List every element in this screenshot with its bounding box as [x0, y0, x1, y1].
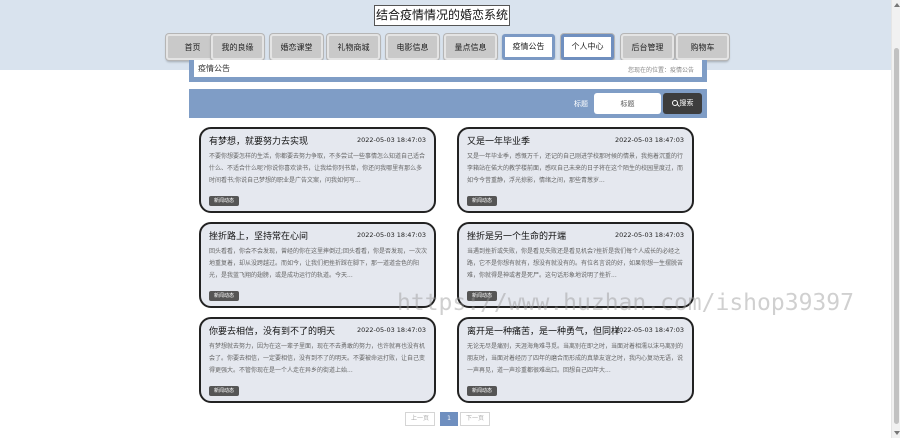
nav-admin[interactable]: 后台管理 — [621, 34, 674, 60]
article-tag[interactable]: 新闻动态 — [467, 196, 498, 206]
article-date: 2022-05-03 18:47:03 — [614, 326, 684, 334]
article-tag[interactable]: 新闻动态 — [209, 386, 240, 396]
search-input[interactable] — [594, 93, 661, 114]
article-title[interactable]: 离开是一种痛苦，是一种勇气，但同样… — [467, 324, 622, 337]
article-excerpt: 回头看看，你会不会发现，曾经的你在这里摔倒过;回头看看，你是否发现，一次次地重复… — [209, 248, 428, 279]
search-button[interactable]: 搜索 — [663, 93, 702, 114]
watermark: https://www.huzhan.com/ishop39397 — [397, 290, 854, 316]
search-button-label: 搜索 — [679, 99, 694, 107]
next-page-button[interactable]: 下一页 — [460, 412, 490, 426]
nav-cart[interactable]: 购物车 — [676, 34, 729, 60]
main-nav: 首页 我的良缘 婚恋课堂 礼物商城 电影信息 量点信息 疫情公告 个人中心 后台… — [0, 34, 891, 62]
page-number[interactable]: 1 — [440, 412, 458, 426]
nav-movie-info[interactable]: 电影信息 — [386, 34, 439, 60]
article-card[interactable]: 离开是一种痛苦，是一种勇气，但同样… 2022-05-03 18:47:03 无… — [457, 317, 694, 403]
article-date: 2022-05-03 18:47:03 — [356, 136, 426, 144]
article-excerpt: 有梦想就去努力，因为在这一辈子里面，现在不去勇敢的努力，也许就再也没有机会了。你… — [209, 343, 426, 374]
article-date: 2022-05-03 18:47:03 — [614, 136, 684, 144]
article-date: 2022-05-03 18:47:03 — [356, 326, 426, 334]
article-excerpt: 又是一年毕业季，感慨万千，还记的自己刚进学校那时候的情景，我拖着沉重的行李箱站在… — [467, 153, 684, 184]
article-date: 2022-05-03 18:47:03 — [614, 231, 684, 239]
search-label: 标题 — [574, 100, 588, 108]
section-title: 疫情公告 — [198, 64, 230, 73]
breadcrumb-path: 您现在的位置：疫情公告 — [627, 67, 694, 74]
prev-page-button[interactable]: 上一页 — [405, 412, 435, 426]
article-title[interactable]: 有梦想，就要努力去实现 — [209, 134, 308, 147]
article-title[interactable]: 又是一年毕业季 — [467, 134, 530, 147]
vertical-scrollbar[interactable] — [891, 0, 900, 438]
article-excerpt: 无论无尽是痛别，天涯海角难寻觅。当离别在即之时，当面对着相濡以沫马离别的朋友时，… — [467, 343, 684, 374]
article-card[interactable]: 又是一年毕业季 2022-05-03 18:47:03 又是一年毕业季，感慨万千… — [457, 127, 694, 213]
article-card[interactable]: 有梦想，就要努力去实现 2022-05-03 18:47:03 不要你想要怎样的… — [199, 127, 436, 213]
nav-dating-class[interactable]: 婚恋课堂 — [270, 34, 323, 60]
article-tag[interactable]: 新闻动态 — [467, 386, 498, 396]
nav-spot-info[interactable]: 量点信息 — [444, 34, 497, 60]
article-title[interactable]: 挫折路上，坚持常在心间 — [209, 229, 308, 242]
breadcrumb: 疫情公告 您现在的位置：疫情公告 — [194, 60, 702, 77]
article-card[interactable]: 你要去相信，没有到不了的明天 2022-05-03 18:47:03 有梦想就去… — [199, 317, 436, 403]
search-bar: 标题 搜索 — [189, 89, 707, 118]
article-excerpt: 不要你想要怎样的生活，你都要去努力争取，不多尝试一些事情怎么知道自己适合什么、不… — [209, 153, 426, 184]
nav-epidemic-notice[interactable]: 疫情公告 — [502, 34, 555, 60]
article-date: 2022-05-03 18:47:03 — [356, 231, 426, 239]
article-title[interactable]: 挫折是另一个生命的开端 — [467, 229, 566, 242]
site-title: 结合疫情情况的婚恋系统 — [374, 5, 510, 26]
article-title[interactable]: 你要去相信，没有到不了的明天 — [209, 324, 335, 337]
nav-gift-mall[interactable]: 礼物商城 — [327, 34, 380, 60]
nav-my-match[interactable]: 我的良缘 — [211, 34, 264, 60]
breadcrumb-panel: 疫情公告 您现在的位置：疫情公告 — [189, 60, 707, 82]
scroll-thumb[interactable] — [894, 48, 899, 424]
scroll-down-arrow-icon[interactable] — [894, 431, 900, 435]
article-excerpt: 当遇到挫折或失败，你是看见失败还是看见机会?挫折是我们每个人成长的必经之路，它不… — [467, 248, 684, 279]
article-tag[interactable]: 新闻动态 — [209, 291, 240, 301]
scroll-up-arrow-icon[interactable] — [894, 3, 900, 7]
search-icon — [671, 100, 678, 106]
nav-personal-center[interactable]: 个人中心 — [561, 34, 614, 60]
article-tag[interactable]: 新闻动态 — [209, 196, 240, 206]
